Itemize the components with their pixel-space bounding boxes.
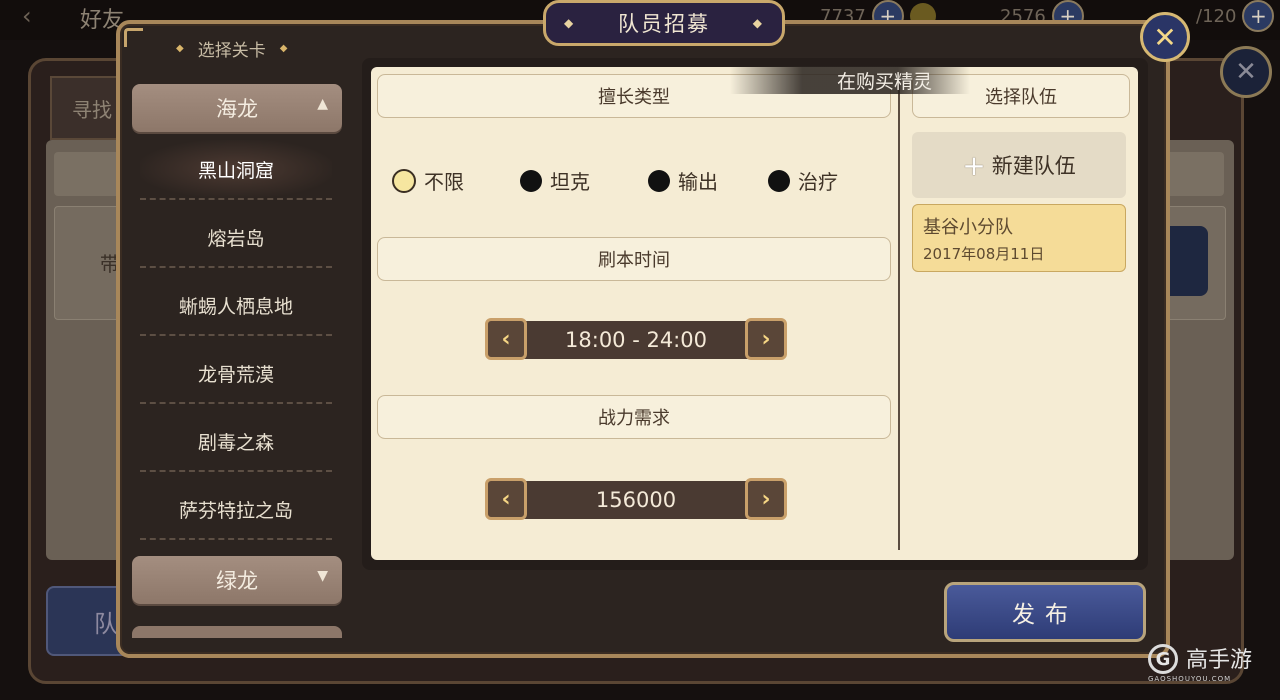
level-label: 龙骨荒漠: [197, 363, 274, 386]
radio-selected-icon: [392, 168, 416, 193]
level-item[interactable]: 熔岩岛: [140, 208, 332, 268]
watermark-logo-icon: G: [1148, 644, 1178, 674]
publish-button[interactable]: 发布: [944, 582, 1146, 642]
level-select-label: 选择关卡: [197, 41, 266, 61]
resource-3: /120 +: [1196, 0, 1275, 32]
team-card[interactable]: 基谷小分队 2017年08月11日: [912, 204, 1126, 272]
plus-icon: +: [962, 148, 986, 182]
team-name: 基谷小分队: [923, 217, 1013, 238]
diamond-ornament-icon: ◆: [564, 16, 576, 30]
power-stepper: 156000 ‹ ›: [485, 478, 787, 522]
watermark-text: 高手游: [1186, 648, 1253, 673]
level-label: 萨芬特拉之岛: [178, 499, 293, 522]
chevron-left-icon[interactable]: ‹: [485, 318, 527, 360]
power-value: 156000: [503, 481, 769, 519]
level-item[interactable]: 蜥蜴人栖息地: [140, 276, 332, 336]
radio-label: 坦克: [550, 170, 590, 194]
group-header-partial[interactable]: [132, 626, 342, 638]
radio-unselected-icon: [768, 169, 790, 192]
radio-option-damage[interactable]: 输出: [648, 166, 718, 195]
radio-unselected-icon: [520, 169, 542, 192]
radio-unselected-icon: [648, 169, 670, 192]
new-team-button[interactable]: + 新建队伍: [912, 132, 1126, 198]
dialog-title-plate: ◆ 队员招募 ◆: [543, 0, 785, 46]
radio-option-unlimited[interactable]: 不限: [392, 166, 464, 195]
level-item[interactable]: 龙骨荒漠: [140, 344, 332, 404]
dungeon-time-stepper: 18:00 - 24:00 ‹ ›: [485, 318, 787, 362]
radio-option-tank[interactable]: 坦克: [520, 166, 590, 195]
dialog-title: 队员招募: [618, 12, 710, 36]
close-dialog-button[interactable]: ✕: [1140, 12, 1190, 62]
radio-label: 治疗: [798, 170, 838, 194]
level-label: 蜥蜴人栖息地: [178, 295, 293, 318]
new-team-label: 新建队伍: [991, 154, 1076, 178]
level-label: 熔岩岛: [207, 227, 265, 250]
level-label: 剧毒之森: [197, 431, 274, 454]
level-select-title: ◆ 选择关卡 ◆: [176, 36, 316, 61]
chevron-right-icon[interactable]: ›: [745, 478, 787, 520]
column-divider: [898, 76, 900, 550]
resource-value: /120: [1196, 5, 1237, 27]
corner-ornament: [124, 28, 143, 47]
chevron-left-icon[interactable]: ‹: [485, 478, 527, 520]
dungeon-time-header: 刷本时间: [377, 237, 891, 281]
back-arrow-icon[interactable]: ‹: [22, 2, 32, 30]
dungeon-time-value: 18:00 - 24:00: [503, 321, 769, 359]
diamond-ornament-icon: ◆: [752, 16, 764, 30]
watermark-sub: GAOSHOUYOU.COM: [1148, 675, 1232, 683]
diamond-ornament-icon: ◆: [279, 43, 288, 54]
radio-label: 不限: [424, 170, 464, 194]
add-resource-icon[interactable]: +: [1242, 0, 1275, 32]
watermark: G 高手游 GAOSHOUYOU.COM: [1146, 642, 1266, 683]
chevron-right-icon[interactable]: ›: [745, 318, 787, 360]
chevron-up-icon: ▲: [317, 96, 328, 112]
level-label: 黑山洞窟: [197, 159, 274, 182]
level-item[interactable]: 萨芬特拉之岛: [140, 480, 332, 540]
group-header-green-dragon[interactable]: 绿龙 ▼: [132, 556, 342, 604]
background-close-icon[interactable]: ✕: [1220, 46, 1272, 98]
close-icon: ✕: [1153, 20, 1177, 54]
group-label: 绿龙: [216, 569, 258, 593]
diamond-ornament-icon: ◆: [176, 43, 184, 54]
team-date: 2017年08月11日: [923, 245, 1045, 263]
toast-message: 在购买精灵: [730, 66, 970, 94]
radio-label: 输出: [678, 170, 718, 194]
level-item[interactable]: 剧毒之森: [140, 412, 332, 472]
group-header-sea-dragon[interactable]: 海龙 ▲: [132, 84, 342, 132]
group-label: 海龙: [216, 97, 258, 121]
chevron-down-icon: ▼: [317, 568, 328, 584]
level-item[interactable]: 黑山洞窟: [140, 140, 332, 200]
power-header: 战力需求: [377, 395, 891, 439]
radio-option-healer[interactable]: 治疗: [768, 166, 838, 195]
